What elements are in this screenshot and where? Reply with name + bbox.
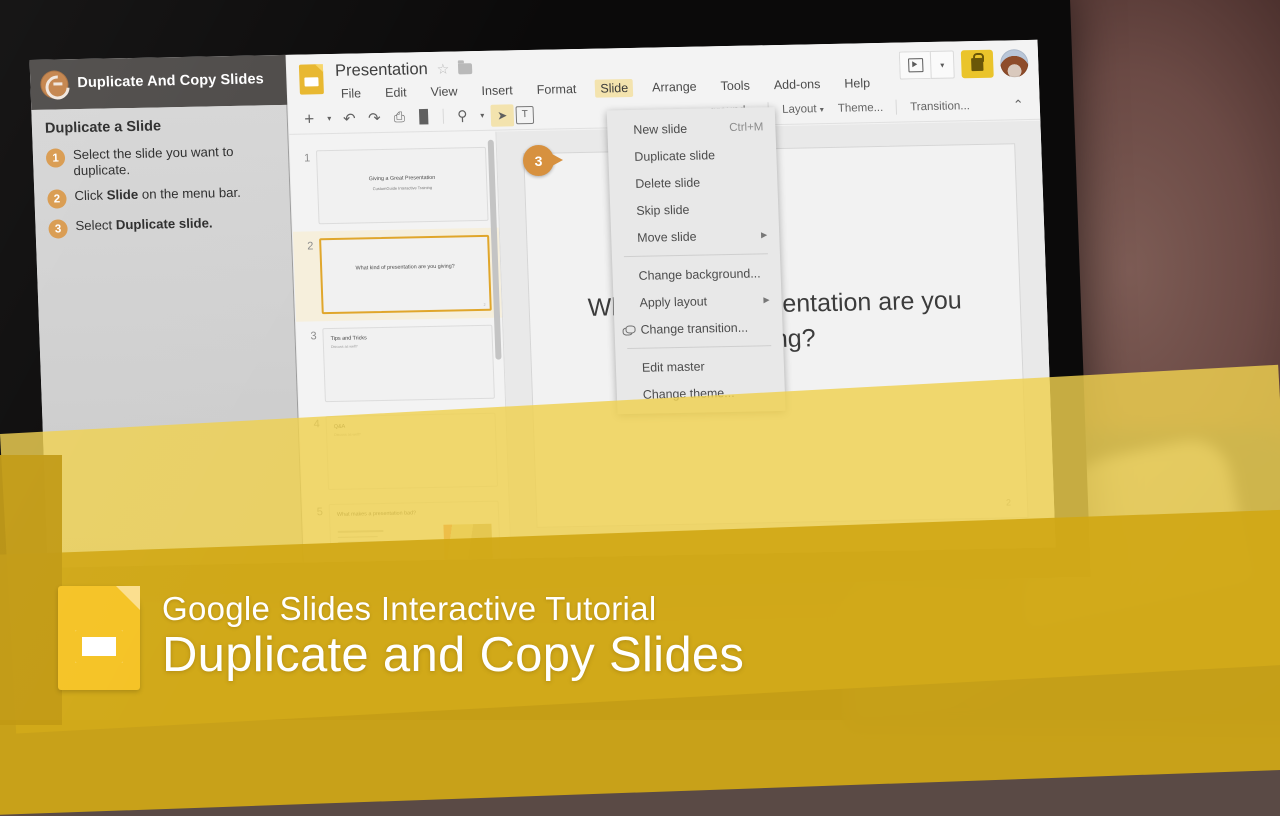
- menu-arrange[interactable]: Arrange: [647, 78, 702, 97]
- print-button[interactable]: ⎙: [387, 106, 411, 128]
- collapse-toolbar-icon[interactable]: ⌃: [977, 96, 1031, 113]
- instruction-step: 3 Select Duplicate slide.: [48, 214, 281, 239]
- banner-title: Duplicate and Copy Slides: [162, 628, 744, 683]
- step-text: Select Duplicate slide.: [75, 216, 213, 234]
- slide-thumbnail[interactable]: What kind of presentation are you giving…: [319, 235, 492, 314]
- lock-icon: [971, 57, 983, 70]
- shortcut-label: Ctrl+M: [715, 121, 764, 134]
- present-button[interactable]: [899, 51, 931, 80]
- google-slides-logo-icon: [58, 586, 140, 690]
- select-tool-button[interactable]: ➤: [490, 104, 514, 126]
- thumbnail-subtitle: CustomGuide Interactive Training: [335, 184, 470, 192]
- step-number-badge: 1: [46, 148, 66, 167]
- banner-text: Google Slides Interactive Tutorial Dupli…: [162, 592, 744, 684]
- banner: Google Slides Interactive Tutorial Dupli…: [0, 555, 1280, 720]
- thumbnail-number: 1: [296, 150, 310, 164]
- present-button-group: ▾: [899, 50, 955, 79]
- transition-icon: [622, 324, 633, 335]
- menu-edit[interactable]: Edit: [380, 83, 412, 102]
- menu-item-duplicate-slide[interactable]: Duplicate slide: [608, 140, 777, 170]
- toolbar-divider: [896, 100, 898, 115]
- menu-item-apply-layout[interactable]: Apply layout▶: [613, 286, 782, 316]
- thumbnail-row[interactable]: 3 Tips and Tricks Discuss as well?: [296, 318, 505, 410]
- paint-format-icon[interactable]: ▉: [412, 105, 436, 127]
- undo-button[interactable]: ↶: [337, 107, 361, 129]
- zoom-caret[interactable]: ▾: [475, 104, 489, 126]
- menu-file[interactable]: File: [336, 84, 367, 103]
- instruction-step: 1 Select the slide you want to duplicate…: [46, 143, 279, 179]
- textbox-button[interactable]: T: [515, 105, 534, 123]
- menu-item-move-slide[interactable]: Move slide▶: [611, 221, 780, 251]
- tutorial-header: Duplicate And Copy Slides: [30, 55, 288, 110]
- menu-item-edit-master[interactable]: Edit master: [615, 351, 784, 381]
- thumbnail-title: What kind of presentation are you giving…: [339, 263, 472, 273]
- slide-dropdown-menu: New slideCtrl+M Duplicate slide Delete s…: [607, 107, 786, 414]
- transition-button[interactable]: Transition...: [903, 100, 977, 113]
- thumbnail-number: 3: [302, 328, 316, 342]
- share-button[interactable]: [961, 50, 994, 79]
- submenu-arrow-icon: ▶: [761, 230, 767, 239]
- new-slide-caret[interactable]: ▾: [322, 107, 336, 129]
- banner-subtitle: Google Slides Interactive Tutorial: [162, 592, 744, 627]
- tutorial-title: Duplicate And Copy Slides: [77, 72, 264, 92]
- menu-insert[interactable]: Insert: [476, 81, 518, 100]
- new-slide-button[interactable]: +: [297, 108, 321, 130]
- thumbnail-row[interactable]: 1 Giving a Great Presentation CustomGuid…: [290, 140, 499, 232]
- customguide-logo-icon: [40, 70, 69, 99]
- thumbnail-page-number: 2: [484, 303, 486, 307]
- menu-view[interactable]: View: [425, 82, 463, 101]
- present-dropdown-caret[interactable]: ▾: [930, 50, 955, 78]
- menu-addons[interactable]: Add-ons: [768, 75, 825, 94]
- menu-divider: [624, 253, 768, 257]
- folder-icon[interactable]: [458, 63, 472, 74]
- menu-item-delete-slide[interactable]: Delete slide: [609, 167, 778, 197]
- menu-item-change-background[interactable]: Change background...: [612, 259, 781, 289]
- step-number-badge: 2: [47, 190, 67, 209]
- section-heading: Duplicate a Slide: [45, 116, 278, 137]
- theme-button[interactable]: Theme...: [831, 101, 891, 114]
- callout-badge-3: 3: [523, 145, 554, 176]
- menu-item-skip-slide[interactable]: Skip slide: [610, 194, 779, 224]
- zoom-button[interactable]: ⚲: [450, 105, 474, 127]
- step-number-badge: 3: [48, 220, 68, 239]
- menu-divider: [627, 345, 771, 349]
- menu-format[interactable]: Format: [531, 80, 581, 99]
- thumbnail-number: 2: [299, 238, 313, 252]
- slide-thumbnail[interactable]: Tips and Tricks Discuss as well?: [322, 325, 495, 402]
- menu-item-new-slide[interactable]: New slideCtrl+M: [607, 113, 776, 143]
- toolbar-divider: [443, 109, 445, 124]
- thumbnail-title: Tips and Tricks: [331, 335, 367, 342]
- menu-item-change-transition[interactable]: Change transition...: [614, 313, 783, 343]
- avatar[interactable]: [1000, 49, 1029, 78]
- slides-doc-icon: [299, 64, 324, 94]
- thumbnail-row[interactable]: 2 What kind of presentation are you givi…: [293, 228, 502, 322]
- header-actions: ▾: [899, 49, 1029, 80]
- layout-button[interactable]: Layout ▾: [775, 102, 831, 115]
- document-title[interactable]: Presentation: [335, 60, 428, 81]
- menu-slide[interactable]: Slide: [595, 79, 633, 98]
- menu-help[interactable]: Help: [839, 74, 875, 93]
- redo-button[interactable]: ↷: [362, 106, 386, 128]
- step-text: Click Slide on the menu bar.: [74, 185, 241, 204]
- menu-tools[interactable]: Tools: [715, 76, 755, 95]
- step-text: Select the slide you want to duplicate.: [73, 143, 279, 179]
- slide-thumbnail[interactable]: Giving a Great Presentation CustomGuide …: [316, 147, 489, 224]
- star-icon[interactable]: ☆: [436, 60, 449, 77]
- thumbnail-title: Giving a Great Presentation CustomGuide …: [335, 174, 470, 192]
- submenu-arrow-icon: ▶: [763, 295, 769, 304]
- instruction-step: 2 Click Slide on the menu bar.: [47, 184, 280, 209]
- thumbnail-subtitle: Discuss as well?: [331, 344, 358, 349]
